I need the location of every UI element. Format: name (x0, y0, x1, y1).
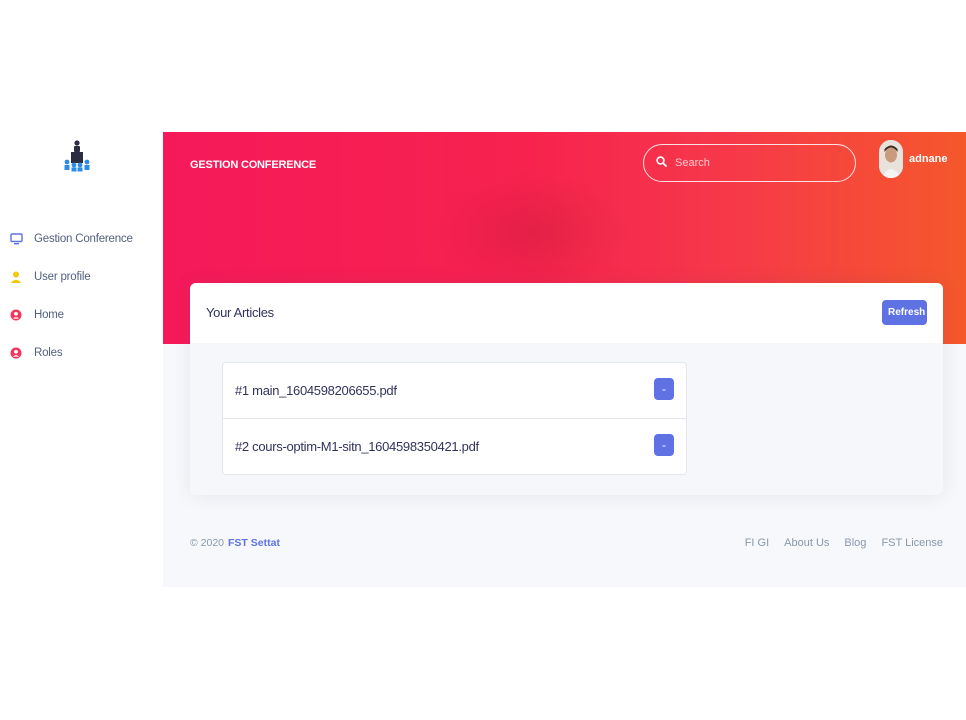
brand-title[interactable]: GESTION CONFERENCE (190, 159, 316, 171)
card-title: Your Articles (206, 305, 274, 320)
user-icon (9, 270, 23, 284)
footer-link-about-us[interactable]: About Us (784, 537, 829, 549)
refresh-button[interactable]: Refresh (882, 300, 927, 325)
search-box[interactable] (643, 144, 856, 182)
header-background-image (433, 172, 633, 292)
sidebar: Gestion Conference User profile Home Rol… (0, 132, 163, 587)
footer-link-fst-license[interactable]: FST License (881, 537, 943, 549)
sidebar-item-label: Gestion Conference (34, 233, 133, 245)
sidebar-item-user-profile[interactable]: User profile (0, 258, 163, 296)
footer-link-figi[interactable]: FI GI (745, 537, 769, 549)
user-menu[interactable]: adnane (879, 140, 948, 178)
list-item: #1 main_1604598206655.pdf - (223, 363, 686, 419)
user-circle-icon (9, 308, 23, 322)
sidebar-nav: Gestion Conference User profile Home Rol… (0, 220, 163, 372)
footer-links: FI GI About Us Blog FST License (730, 537, 943, 549)
articles-list: #1 main_1604598206655.pdf - #2 cours-opt… (222, 362, 687, 475)
avatar[interactable] (879, 140, 903, 178)
sidebar-item-label: Roles (34, 347, 63, 359)
remove-article-button[interactable]: - (654, 378, 674, 400)
card-header: Your Articles Refresh (190, 283, 943, 343)
username[interactable]: adnane (909, 153, 948, 165)
footer-copyright: © 2020 FST Settat (190, 537, 280, 549)
search-input[interactable] (673, 156, 837, 170)
remove-article-button[interactable]: - (654, 434, 674, 456)
sidebar-item-roles[interactable]: Roles (0, 334, 163, 372)
articles-card: Your Articles Refresh #1 main_1604598206… (190, 283, 943, 495)
sidebar-item-label: Home (34, 309, 64, 321)
sidebar-item-gestion-conference[interactable]: Gestion Conference (0, 220, 163, 258)
footer-link-blog[interactable]: Blog (844, 537, 866, 549)
sidebar-item-home[interactable]: Home (0, 296, 163, 334)
user-circle-icon (9, 346, 23, 360)
fst-settat-link[interactable]: FST Settat (228, 537, 280, 549)
search-icon (656, 154, 667, 172)
copyright-text: © 2020 (190, 537, 225, 549)
monitor-icon (9, 232, 23, 246)
list-item: #2 cours-optim-M1-sitn_1604598350421.pdf… (223, 419, 686, 474)
sidebar-item-label: User profile (34, 271, 91, 283)
conference-logo-icon[interactable] (63, 140, 91, 172)
article-name: #2 cours-optim-M1-sitn_1604598350421.pdf (235, 439, 479, 454)
article-name: #1 main_1604598206655.pdf (235, 383, 397, 398)
